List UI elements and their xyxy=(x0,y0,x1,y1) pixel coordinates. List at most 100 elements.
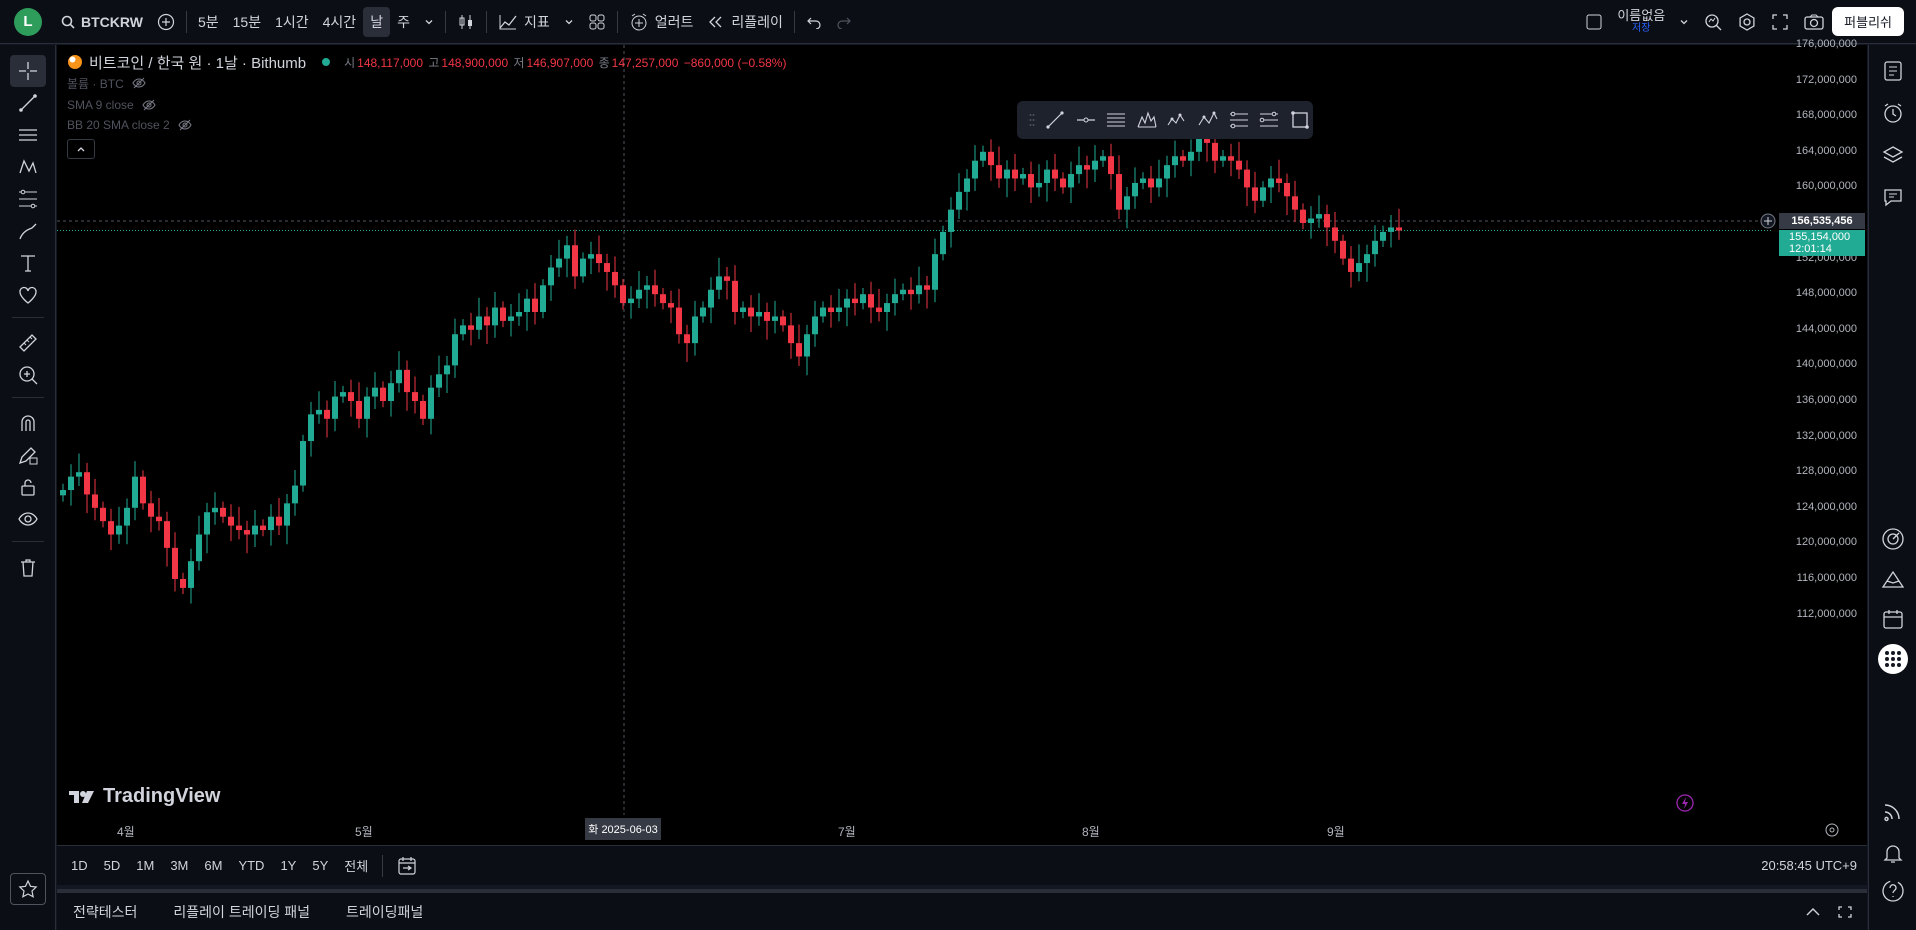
candle xyxy=(316,391,322,424)
eye-off-icon[interactable] xyxy=(132,77,146,89)
bottom-panel-tabs: 전략테스터 리플레이 트레이딩 패널 트레이딩패널 xyxy=(57,889,1867,930)
alerts-button[interactable] xyxy=(1875,95,1911,131)
pattern-tool[interactable] xyxy=(10,151,46,183)
notifications-button[interactable] xyxy=(1875,835,1911,871)
time-axis[interactable]: 4월 5월 화 2025-06-03 7월 8월 9월 xyxy=(57,815,1839,845)
magnet-tool[interactable] xyxy=(10,407,46,439)
crosshair-tool[interactable] xyxy=(10,55,46,87)
indicators-button[interactable]: 지표 xyxy=(491,7,557,37)
settings-button[interactable] xyxy=(1730,7,1764,37)
expand-panel-button[interactable] xyxy=(1795,907,1831,917)
interval-1d[interactable]: 날 xyxy=(363,6,391,37)
help-button[interactable] xyxy=(1875,873,1911,909)
time-tick-july: 7월 xyxy=(838,825,856,839)
undo-button[interactable] xyxy=(799,7,829,37)
ideas-button[interactable] xyxy=(1875,561,1911,597)
text-tool[interactable] xyxy=(10,247,46,279)
fullscreen-layout-toggle[interactable] xyxy=(1578,7,1610,37)
layout-grid-button[interactable] xyxy=(581,7,613,37)
layout-dropdown[interactable] xyxy=(1672,7,1696,37)
symbol-title[interactable]: 비트코인 / 한국 원 · 1날 · Bithumb xyxy=(89,52,306,73)
parallel-channel-button[interactable] xyxy=(1103,105,1130,135)
measure-tool[interactable] xyxy=(10,327,46,359)
lock-drawings-tool[interactable] xyxy=(10,471,46,503)
drag-handle[interactable] xyxy=(1027,105,1038,135)
abcd-pattern-button[interactable] xyxy=(1195,105,1222,135)
publish-button[interactable]: 퍼블리쉬 xyxy=(1832,7,1904,36)
range-3m[interactable]: 3M xyxy=(162,858,196,873)
rectangle-button[interactable] xyxy=(1286,105,1313,135)
range-5y[interactable]: 5Y xyxy=(304,858,336,873)
tab-trading-panel[interactable]: 트레이딩패널 xyxy=(328,902,441,922)
redo-button[interactable] xyxy=(829,7,859,37)
collapse-legend-button[interactable] xyxy=(67,139,95,159)
alert-button[interactable]: 얼러트 xyxy=(622,7,701,37)
lightning-icon[interactable] xyxy=(1676,794,1694,812)
indicator-templates-dropdown[interactable] xyxy=(557,7,581,37)
horizontal-ray-button[interactable] xyxy=(1073,105,1100,135)
trend-line-tool[interactable] xyxy=(10,87,46,119)
products-button[interactable] xyxy=(1875,641,1911,677)
favorites-tool[interactable] xyxy=(10,279,46,311)
maximize-panel-button[interactable] xyxy=(1831,905,1867,919)
layout-name-button[interactable]: 이름없음 저장 xyxy=(1610,7,1672,37)
range-all[interactable]: 전체 xyxy=(336,856,376,875)
remove-drawings-tool[interactable] xyxy=(10,551,46,583)
fullscreen-button[interactable] xyxy=(1764,7,1796,37)
pattern-button[interactable] xyxy=(1134,105,1161,135)
horizontal-lines-tool[interactable] xyxy=(10,119,46,151)
range-1d[interactable]: 1D xyxy=(57,858,96,873)
tab-replay-trading-panel[interactable]: 리플레이 트레이딩 패널 xyxy=(155,902,328,922)
tab-strategy-tester[interactable]: 전략테스터 xyxy=(57,902,155,922)
user-avatar[interactable]: L xyxy=(14,7,42,36)
interval-1w[interactable]: 주 xyxy=(390,7,417,37)
watchlist-button[interactable] xyxy=(1875,53,1911,89)
eye-off-icon[interactable] xyxy=(142,99,156,111)
object-tree-button[interactable] xyxy=(1875,137,1911,173)
elliott-wave-button[interactable] xyxy=(1164,105,1191,135)
range-6m[interactable]: 6M xyxy=(196,858,230,873)
fib-extension-button[interactable] xyxy=(1256,105,1283,135)
stream-button[interactable] xyxy=(1875,793,1911,829)
hide-drawings-tool[interactable] xyxy=(10,503,46,535)
timezone-clock[interactable]: 20:58:45 UTC+9 xyxy=(1753,858,1867,873)
fib-retracement-button[interactable] xyxy=(1225,105,1252,135)
zoom-in-tool[interactable] xyxy=(10,359,46,391)
interval-dropdown[interactable] xyxy=(417,7,441,37)
indicator-volume[interactable]: 볼륨 · BTC xyxy=(67,71,788,95)
quick-search-button[interactable] xyxy=(1696,7,1730,37)
snapshot-button[interactable] xyxy=(1796,7,1832,37)
range-5d[interactable]: 5D xyxy=(96,858,129,873)
stay-in-drawing-tool[interactable] xyxy=(10,439,46,471)
chart-type-button[interactable] xyxy=(450,7,482,37)
interval-15m[interactable]: 15분 xyxy=(226,7,268,37)
candle xyxy=(988,139,994,181)
go-to-date-button[interactable] xyxy=(389,856,425,876)
fib-tool[interactable] xyxy=(10,183,46,215)
price-axis[interactable]: 176,000,000 172,000,000 168,000,000 164,000… xyxy=(1760,38,1867,845)
range-ytd[interactable]: YTD xyxy=(230,858,272,873)
add-alert-plus-icon[interactable] xyxy=(1760,213,1776,229)
technicals-button[interactable] xyxy=(1875,521,1911,557)
time-axis-settings-icon[interactable] xyxy=(1824,822,1840,838)
trend-line-button[interactable] xyxy=(1042,105,1069,135)
interval-5m[interactable]: 5분 xyxy=(191,7,226,37)
interval-1h[interactable]: 1시간 xyxy=(268,7,316,37)
chart-pane[interactable]: 비트코인 / 한국 원 · 1날 · Bithumb 시 148,117,000 … xyxy=(57,38,1867,845)
interval-4h[interactable]: 4시간 xyxy=(316,7,364,37)
watchlist-star-button[interactable] xyxy=(10,873,46,905)
brush-tool[interactable] xyxy=(10,215,46,247)
range-1y[interactable]: 1Y xyxy=(272,858,304,873)
compare-symbol-button[interactable] xyxy=(150,7,182,37)
indicator-sma[interactable]: SMA 9 close xyxy=(67,95,788,115)
pencil-lock-icon xyxy=(17,444,39,466)
chats-button[interactable] xyxy=(1875,179,1911,215)
range-1m[interactable]: 1M xyxy=(128,858,162,873)
calendar-button[interactable] xyxy=(1875,601,1911,637)
eye-off-icon[interactable] xyxy=(178,119,192,131)
replay-button[interactable]: 리플레이 xyxy=(700,7,790,37)
symbol-search-button[interactable]: BTCKRW xyxy=(54,7,150,37)
abcd-icon xyxy=(1197,109,1219,131)
candlestick-canvas[interactable] xyxy=(57,45,1772,815)
indicator-bb[interactable]: BB 20 SMA close 2 xyxy=(67,115,788,135)
